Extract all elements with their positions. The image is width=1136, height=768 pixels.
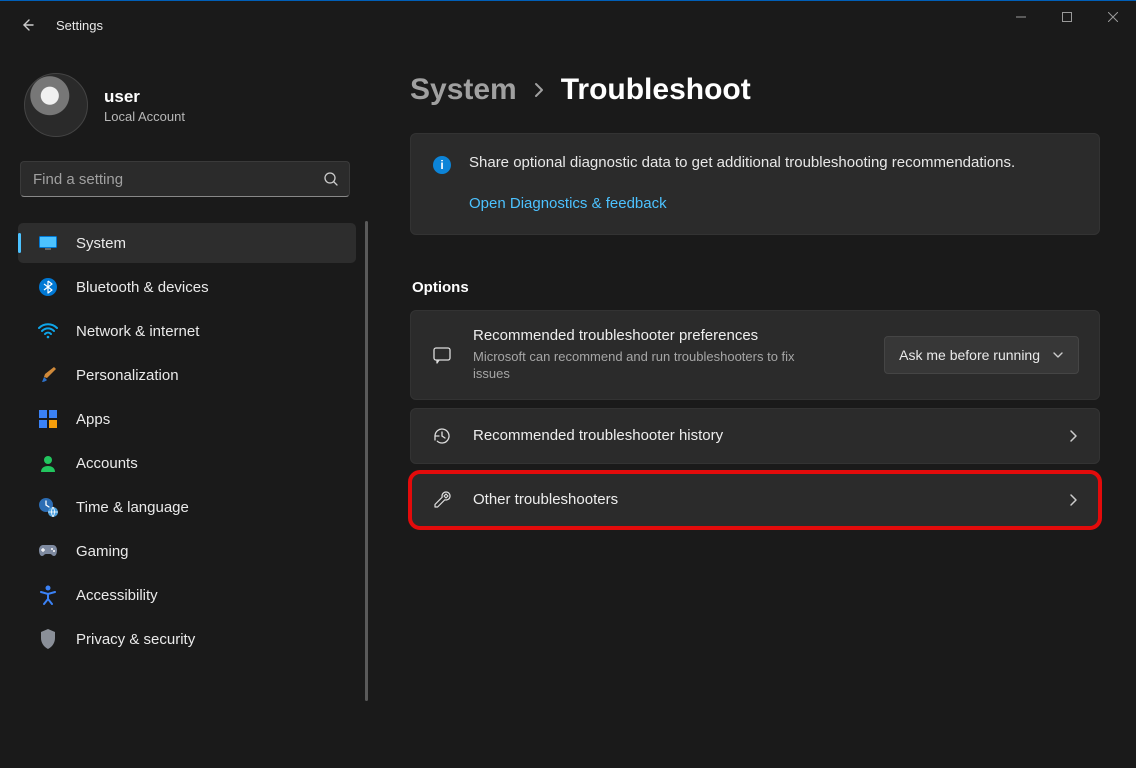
search-icon [313, 171, 349, 187]
sidebar-item-privacy[interactable]: Privacy & security [18, 619, 356, 659]
search-wrap [0, 161, 370, 215]
monitor-icon [38, 233, 58, 253]
chat-icon [431, 344, 453, 366]
sidebar-item-label: Apps [76, 411, 110, 428]
close-icon [1108, 12, 1118, 22]
sidebar-item-network[interactable]: Network & internet [18, 311, 356, 351]
sidebar-item-gaming[interactable]: Gaming [18, 531, 356, 571]
card-troubleshooter-history[interactable]: Recommended troubleshooter history [410, 408, 1100, 464]
sidebar-item-label: Network & internet [76, 323, 199, 340]
sidebar-item-label: Accounts [76, 455, 138, 472]
gamepad-icon [38, 541, 58, 561]
breadcrumb-parent[interactable]: System [410, 73, 517, 107]
minimize-icon [1016, 12, 1026, 22]
card-troubleshooter-preferences[interactable]: Recommended troubleshooter preferences M… [410, 310, 1100, 400]
sidebar-item-label: System [76, 235, 126, 252]
nav: System Bluetooth & devices Network & int… [0, 215, 370, 768]
breadcrumb: System Troubleshoot [410, 73, 1100, 107]
history-icon [431, 425, 453, 447]
maximize-button[interactable] [1044, 1, 1090, 33]
profile-name: user [104, 87, 185, 107]
paintbrush-icon [38, 365, 58, 385]
card-title: Recommended troubleshooter preferences [473, 327, 864, 344]
minimize-button[interactable] [998, 1, 1044, 33]
profile-subtitle: Local Account [104, 109, 185, 124]
open-diagnostics-link[interactable]: Open Diagnostics & feedback [469, 195, 667, 212]
arrow-left-icon [20, 17, 36, 33]
sidebar-item-system[interactable]: System [18, 223, 356, 263]
titlebar: Settings [0, 1, 1136, 49]
main: System Troubleshoot i Share optional dia… [370, 49, 1136, 768]
accessibility-icon [38, 585, 58, 605]
breadcrumb-current: Troubleshoot [561, 73, 751, 107]
chevron-right-icon [533, 81, 545, 99]
info-text: Share optional diagnostic data to get ad… [469, 152, 1077, 175]
sidebar-item-label: Time & language [76, 499, 189, 516]
back-button[interactable] [8, 5, 48, 45]
card-subtitle: Microsoft can recommend and run troubles… [473, 348, 813, 383]
sidebar-item-personalization[interactable]: Personalization [18, 355, 356, 395]
app-title: Settings [56, 18, 103, 33]
settings-window: Settings user Local Account [0, 0, 1136, 768]
close-button[interactable] [1090, 1, 1136, 33]
card-other-troubleshooters[interactable]: Other troubleshooters [410, 472, 1100, 528]
dropdown-value: Ask me before running [899, 347, 1040, 363]
card-title: Other troubleshooters [473, 491, 1047, 508]
search-input[interactable] [21, 171, 313, 188]
chevron-right-icon [1067, 492, 1079, 508]
preferences-dropdown[interactable]: Ask me before running [884, 336, 1079, 374]
sidebar-item-label: Accessibility [76, 587, 158, 604]
sidebar-item-label: Personalization [76, 367, 179, 384]
wifi-icon [38, 321, 58, 341]
sidebar-item-accessibility[interactable]: Accessibility [18, 575, 356, 615]
search-box[interactable] [20, 161, 350, 197]
card-title: Recommended troubleshooter history [473, 427, 1047, 444]
bluetooth-icon [38, 277, 58, 297]
window-controls [998, 1, 1136, 33]
chevron-right-icon [1067, 428, 1079, 444]
scrollbar[interactable] [365, 221, 368, 701]
sidebar-item-label: Bluetooth & devices [76, 279, 209, 296]
wrench-icon [431, 489, 453, 511]
section-title: Options [412, 279, 1100, 296]
maximize-icon [1062, 12, 1072, 22]
chevron-down-icon [1052, 349, 1064, 361]
sidebar-item-accounts[interactable]: Accounts [18, 443, 356, 483]
sidebar-item-apps[interactable]: Apps [18, 399, 356, 439]
profile-block[interactable]: user Local Account [0, 55, 370, 161]
sidebar-item-label: Privacy & security [76, 631, 195, 648]
sidebar: user Local Account System [0, 49, 370, 768]
apps-icon [38, 409, 58, 429]
sidebar-item-label: Gaming [76, 543, 129, 560]
sidebar-item-time-language[interactable]: Time & language [18, 487, 356, 527]
avatar [24, 73, 88, 137]
info-icon: i [433, 156, 451, 174]
sidebar-item-bluetooth[interactable]: Bluetooth & devices [18, 267, 356, 307]
person-icon [38, 453, 58, 473]
diagnostics-info-card: i Share optional diagnostic data to get … [410, 133, 1100, 235]
content: user Local Account System [0, 49, 1136, 768]
clock-globe-icon [38, 497, 58, 517]
shield-icon [38, 629, 58, 649]
